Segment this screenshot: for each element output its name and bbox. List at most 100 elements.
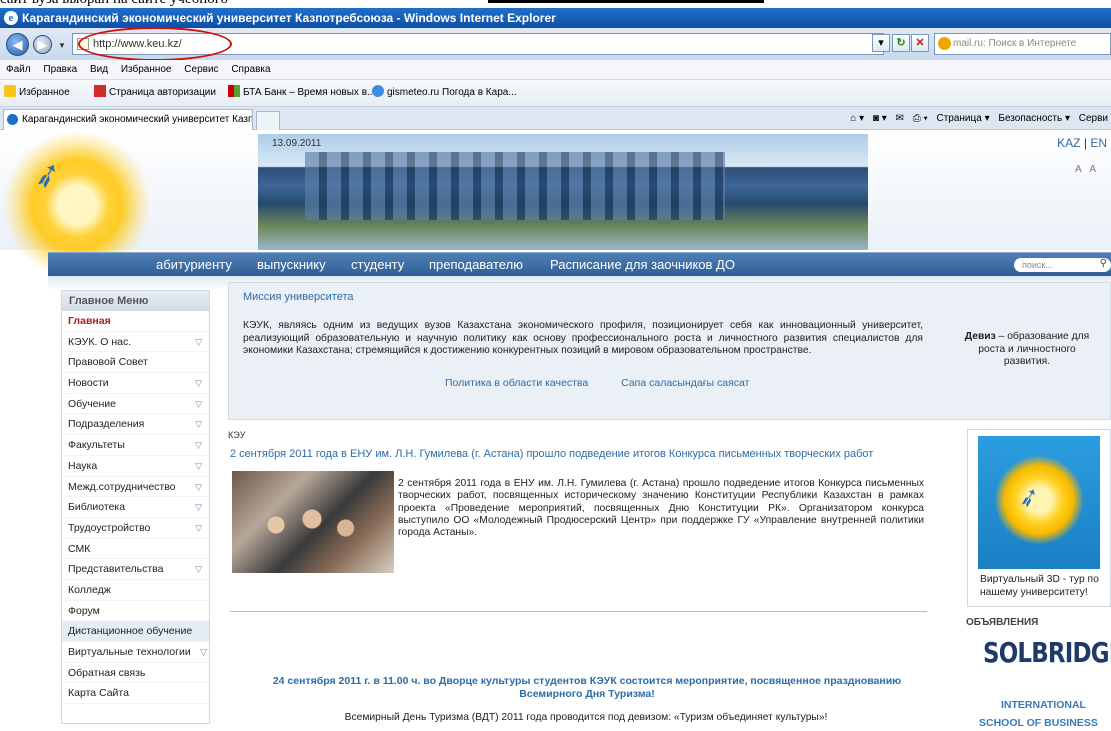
- nav-teacher[interactable]: преподавателю: [429, 253, 523, 277]
- mission-links: Политика в области качества Сапа саласын…: [445, 377, 779, 389]
- favicon-auth-icon: [94, 85, 106, 97]
- document-caption: сайт вуза выбран на сайте учебного: [0, 0, 1111, 8]
- solbridge-logo[interactable]: SOLBRIDGE: [983, 636, 1111, 669]
- menu-favorites[interactable]: Избранное: [121, 60, 172, 80]
- command-bar: ⌂ ▾ ◙ ▾ ✉ ⎙ ▾ Страница ▾ Безопасность ▾ …: [847, 107, 1111, 130]
- ads-heading: ОБЪЯВЛЕНИЯ: [966, 617, 1039, 628]
- mission-title: Миссия университета: [243, 291, 354, 303]
- menu-item-home[interactable]: Главная: [62, 311, 209, 332]
- event-announcement-link[interactable]: 24 сентября 2011 г. в 11.00 ч. во Дворце…: [246, 675, 928, 701]
- mission-text: КЭУК, являясь одним из ведущих вузов Каз…: [243, 320, 923, 356]
- refresh-button[interactable]: ↻: [892, 34, 910, 52]
- home-icon[interactable]: ⌂ ▾: [850, 113, 864, 124]
- nav-student[interactable]: студенту: [351, 253, 404, 277]
- menu-item-smk[interactable]: СМК: [62, 539, 209, 560]
- news-category: КЭУ: [228, 430, 246, 440]
- bird-icon: ➶: [28, 153, 67, 198]
- stop-button[interactable]: ✕: [911, 34, 929, 52]
- cmd-security[interactable]: Безопасность ▾: [998, 113, 1070, 124]
- feeds-icon[interactable]: ◙ ▾: [873, 113, 887, 124]
- favorite-link-bta[interactable]: БТА Банк – Время новых в...: [228, 80, 375, 106]
- browser-search-input[interactable]: mail.ru: Поиск в Интернете: [934, 33, 1111, 55]
- language-switch: KAZ | EN: [1057, 136, 1107, 150]
- menu-item-departments[interactable]: Подразделения ▽: [62, 414, 209, 436]
- site-search-placeholder: поиск...: [1022, 260, 1053, 270]
- menu-item-science[interactable]: Наука ▽: [62, 456, 209, 477]
- menu-item-employment[interactable]: Трудоустройство ▽: [62, 518, 209, 539]
- cmd-page[interactable]: Страница ▾: [936, 113, 989, 124]
- history-dropdown-icon[interactable]: ▼: [58, 41, 66, 50]
- lang-kaz-link[interactable]: KAZ: [1057, 136, 1080, 150]
- forward-button[interactable]: ▶: [33, 35, 52, 54]
- menu-item-virtual-tech[interactable]: Виртуальные технологии ▽: [62, 642, 209, 663]
- search-icon[interactable]: ⚲: [1100, 257, 1107, 271]
- address-input[interactable]: http://www.keu.kz/: [72, 33, 884, 55]
- tab-keu[interactable]: Карагандинский экономический университет…: [3, 109, 253, 130]
- menu-item-legal[interactable]: Правовой Совет: [62, 352, 209, 374]
- page-icon: [77, 38, 89, 50]
- menu-item-library[interactable]: Библиотека ▽: [62, 497, 209, 518]
- chevron-down-icon: ▽: [195, 378, 202, 389]
- menu-tools[interactable]: Сервис: [184, 60, 218, 80]
- menu-item-news[interactable]: Новости ▽: [62, 373, 209, 394]
- virtual-tour-banner[interactable]: ➶ Виртуальный 3D - тур по нашему универс…: [967, 429, 1111, 607]
- favorite-link-auth[interactable]: Страница авторизации: [94, 80, 216, 106]
- menu-item-sitemap[interactable]: Карта Сайта: [62, 683, 209, 705]
- menu-view[interactable]: Вид: [90, 60, 108, 80]
- address-row: ◀ ▶ ▼ http://www.keu.kz/ ▾ ↻ ✕ mail.ru: …: [0, 28, 1111, 60]
- building-facade: [305, 152, 725, 220]
- menu-item-distance-learning[interactable]: Дистанционное обучение: [62, 621, 209, 642]
- motto: Девиз – образование для роста и личностн…: [964, 331, 1090, 367]
- menu-item-international[interactable]: Межд.сотрудничество ▽: [62, 477, 209, 498]
- nav-schedule[interactable]: Расписание для заочников ДО: [550, 253, 735, 277]
- new-tab-button[interactable]: [256, 111, 280, 130]
- nav-graduate[interactable]: выпускнику: [257, 253, 326, 277]
- site-date: 13.09.2011: [272, 138, 322, 149]
- tab-row: Карагандинский экономический университет…: [0, 107, 1111, 130]
- back-button[interactable]: ◀: [6, 33, 29, 56]
- menu-item-forum[interactable]: Форум: [62, 601, 209, 622]
- menu-bar: Файл Правка Вид Избранное Сервис Справка: [0, 60, 1111, 80]
- menu-item-feedback[interactable]: Обратная связь: [62, 663, 209, 684]
- cmd-tools[interactable]: Серви: [1079, 113, 1108, 124]
- chevron-down-icon: ▽: [195, 336, 202, 347]
- address-dropdown-button[interactable]: ▾: [872, 34, 890, 52]
- ad-line-1[interactable]: INTERNATIONAL: [1001, 699, 1086, 711]
- tab-ie-icon: [7, 114, 18, 125]
- ad-line-2[interactable]: SCHOOL OF BUSINESS: [979, 717, 1098, 729]
- news-photo: [232, 471, 394, 573]
- menu-item-faculties[interactable]: Факультеты ▽: [62, 435, 209, 456]
- news-title-link[interactable]: 2 сентября 2011 года в ЕНУ им. Л.Н. Гуми…: [230, 448, 873, 460]
- star-icon: [4, 85, 16, 97]
- menu-item-college[interactable]: Колледж: [62, 580, 209, 601]
- mail-icon[interactable]: ✉: [896, 113, 904, 124]
- browser-search-placeholder: mail.ru: Поиск в Интернете: [953, 38, 1077, 49]
- font-size-controls[interactable]: A A: [1075, 164, 1099, 175]
- quality-policy-kz-link[interactable]: Сапа саласындағы саясат: [621, 377, 749, 389]
- site-search-input[interactable]: поиск... ⚲: [1014, 258, 1111, 272]
- main-menu: Главное Меню Главная КЭУК. О нас. ▽ Право…: [61, 290, 210, 724]
- chevron-down-icon: ▽: [195, 522, 202, 533]
- lang-en-link[interactable]: EN: [1090, 136, 1107, 150]
- favicon-bta-icon: [228, 85, 240, 97]
- address-url: http://www.keu.kz/: [93, 38, 182, 50]
- mission-box: Миссия университета КЭУК, являясь одним …: [228, 282, 1111, 420]
- menu-edit[interactable]: Правка: [43, 60, 77, 80]
- menu-item-branches[interactable]: Представительства ▽: [62, 559, 209, 580]
- window-title: Карагандинский экономический университет…: [22, 11, 556, 25]
- favorites-button[interactable]: Избранное: [4, 80, 70, 106]
- menu-file[interactable]: Файл: [6, 60, 31, 80]
- print-icon[interactable]: ⎙ ▾: [913, 113, 928, 124]
- tour-image: ➶: [978, 436, 1100, 569]
- quality-policy-link[interactable]: Политика в области качества: [445, 377, 588, 389]
- event-text: Всемирный День Туризма (ВДТ) 2011 года п…: [344, 712, 828, 723]
- menu-item-about[interactable]: КЭУК. О нас. ▽: [62, 332, 209, 353]
- favorite-link-gismeteo[interactable]: gismeteo.ru Погода в Кара...: [372, 80, 517, 106]
- site-nav: абитуриенту выпускнику студенту преподав…: [48, 252, 1111, 276]
- favorites-bar: Избранное Страница авторизации БТА Банк …: [0, 80, 1111, 107]
- chevron-down-icon: ▽: [195, 460, 202, 471]
- menu-help[interactable]: Справка: [231, 60, 270, 80]
- nav-applicant[interactable]: абитуриенту: [156, 253, 232, 277]
- news-divider: [230, 611, 927, 612]
- menu-item-education[interactable]: Обучение ▽: [62, 394, 209, 415]
